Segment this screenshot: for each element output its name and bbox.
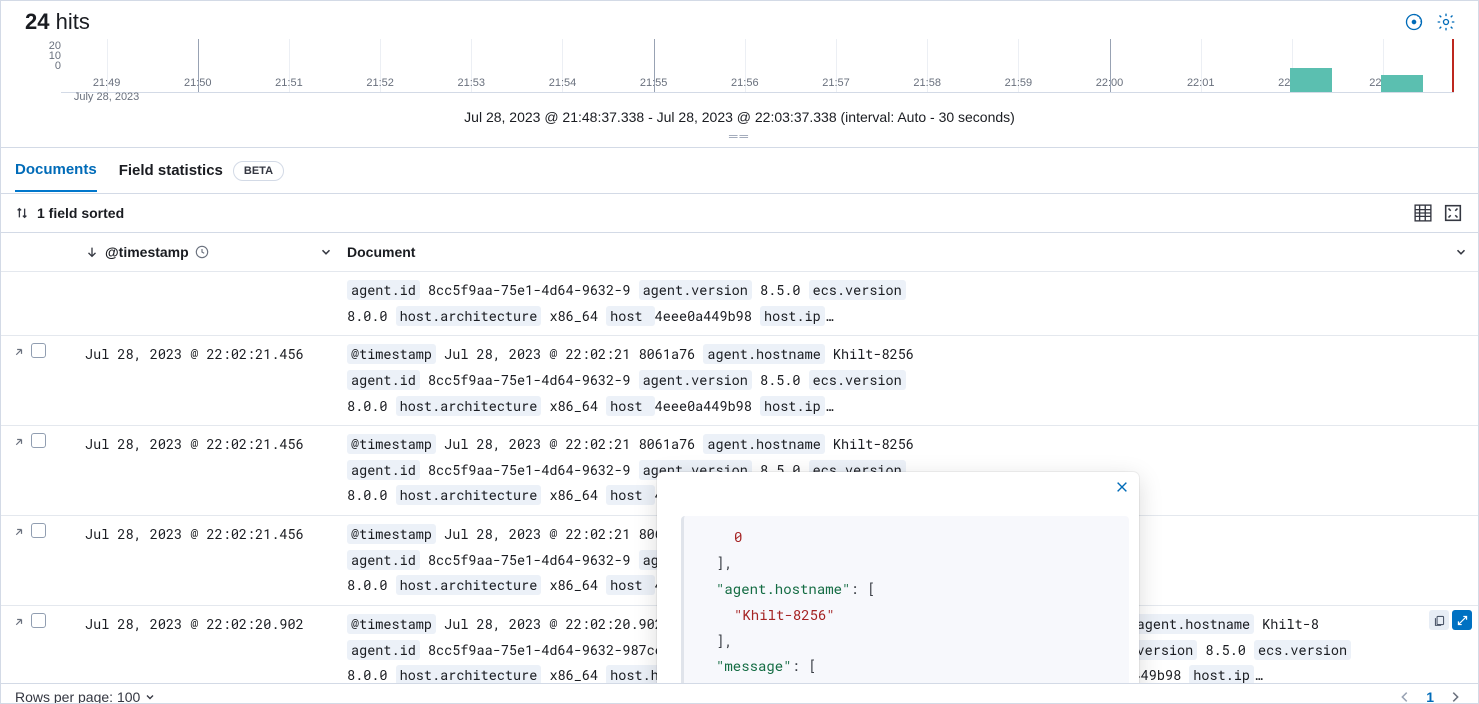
row-checkbox[interactable] <box>31 343 46 358</box>
x-tick-label: 22:01 <box>1187 77 1215 89</box>
x-tick-label: 21:51 <box>275 77 303 89</box>
cell-popover: 0],"agent.hostname": ["Khilt-8256"],"mes… <box>657 472 1139 683</box>
column-document[interactable]: Document <box>341 244 1478 260</box>
copy-cell-icon[interactable] <box>1429 610 1449 630</box>
fullscreen-icon[interactable] <box>1442 202 1464 224</box>
clock-icon <box>195 245 209 259</box>
chart-options-icon[interactable] <box>1402 10 1426 34</box>
timestamp-cell: Jul 28, 2023 @ 22:02:21.456 <box>79 342 341 419</box>
table-row: Jul 28, 2023 @ 22:02:21.456@timestamp Ju… <box>1 336 1478 426</box>
expand-icon[interactable] <box>11 613 25 639</box>
column-timestamp[interactable]: @timestamp <box>79 244 341 260</box>
timestamp-cell <box>79 278 341 329</box>
sort-bar: 1 field sorted <box>1 194 1478 232</box>
x-tick-label: 21:57 <box>822 77 850 89</box>
x-tick-label: 21:53 <box>458 77 486 89</box>
sort-desc-icon <box>85 245 99 259</box>
histogram-bar[interactable] <box>1381 75 1423 92</box>
document-cell[interactable]: @timestamp Jul 28, 2023 @ 22:02:21 8061a… <box>341 342 1478 419</box>
close-icon[interactable] <box>1115 480 1129 497</box>
header: 24 hits <box>1 1 1478 39</box>
page-number[interactable]: 1 <box>1426 689 1434 704</box>
hit-count: 24 hits <box>25 9 90 35</box>
expand-cell-icon[interactable] <box>1452 610 1472 630</box>
x-tick-label: 22:00 <box>1096 77 1124 89</box>
tab-field-statistics[interactable]: Field statistics <box>119 150 223 191</box>
timestamp-cell: Jul 28, 2023 @ 22:02:21.456 <box>79 522 341 599</box>
x-tick-label: 21:59 <box>1005 77 1033 89</box>
next-page-icon[interactable] <box>1448 690 1462 704</box>
histogram[interactable]: 20 10 0 21:49July 28, 202321:5021:5121:5… <box>1 39 1478 93</box>
x-tick-label: 21:54 <box>549 77 577 89</box>
document-cell[interactable]: agent.id 8cc5f9aa-75e1-4d64-9632-9 agent… <box>341 278 1478 329</box>
beta-badge: BETA <box>233 161 284 181</box>
gear-icon[interactable] <box>1434 10 1458 34</box>
time-cursor <box>1452 39 1454 92</box>
timestamp-cell: Jul 28, 2023 @ 22:02:20.902 <box>79 612 341 683</box>
expand-icon[interactable] <box>11 523 25 549</box>
prev-page-icon[interactable] <box>1398 690 1412 704</box>
tabs: Documents Field statistics BETA <box>1 148 1478 194</box>
table-row: agent.id 8cc5f9aa-75e1-4d64-9632-9 agent… <box>1 272 1478 336</box>
time-range-label: Jul 28, 2023 @ 21:48:37.338 - Jul 28, 20… <box>1 93 1478 129</box>
chevron-down-icon[interactable] <box>319 245 333 259</box>
table-header: @timestamp Document <box>1 232 1478 272</box>
rows-per-page[interactable]: Rows per page: 100 <box>15 689 156 704</box>
x-tick-label: 21:52 <box>366 77 394 89</box>
y-axis: 20 10 0 <box>25 39 61 93</box>
pagination: Rows per page: 100 1 <box>1 683 1478 703</box>
sort-button[interactable]: 1 field sorted <box>15 205 124 221</box>
json-code-block: 0],"agent.hostname": ["Khilt-8256"],"mes… <box>681 516 1129 683</box>
chevron-down-icon[interactable] <box>1454 245 1468 259</box>
timestamp-cell: Jul 28, 2023 @ 22:02:21.456 <box>79 432 341 509</box>
x-tick-label: 21:56 <box>731 77 759 89</box>
resize-handle-icon[interactable]: ══ <box>1 129 1478 147</box>
expand-icon[interactable] <box>11 433 25 459</box>
tab-documents[interactable]: Documents <box>15 149 97 192</box>
row-checkbox[interactable] <box>31 523 46 538</box>
chevron-down-icon <box>144 691 156 703</box>
row-checkbox[interactable] <box>31 613 46 628</box>
x-tick-label: 21:50 <box>184 77 212 89</box>
x-tick-label: 21:58 <box>913 77 941 89</box>
table-density-icon[interactable] <box>1412 202 1434 224</box>
row-checkbox[interactable] <box>31 433 46 448</box>
x-tick-label: 21:49 <box>93 77 121 89</box>
x-tick-label: 21:55 <box>640 77 668 89</box>
histogram-bar[interactable] <box>1290 68 1332 92</box>
expand-icon[interactable] <box>11 343 25 369</box>
